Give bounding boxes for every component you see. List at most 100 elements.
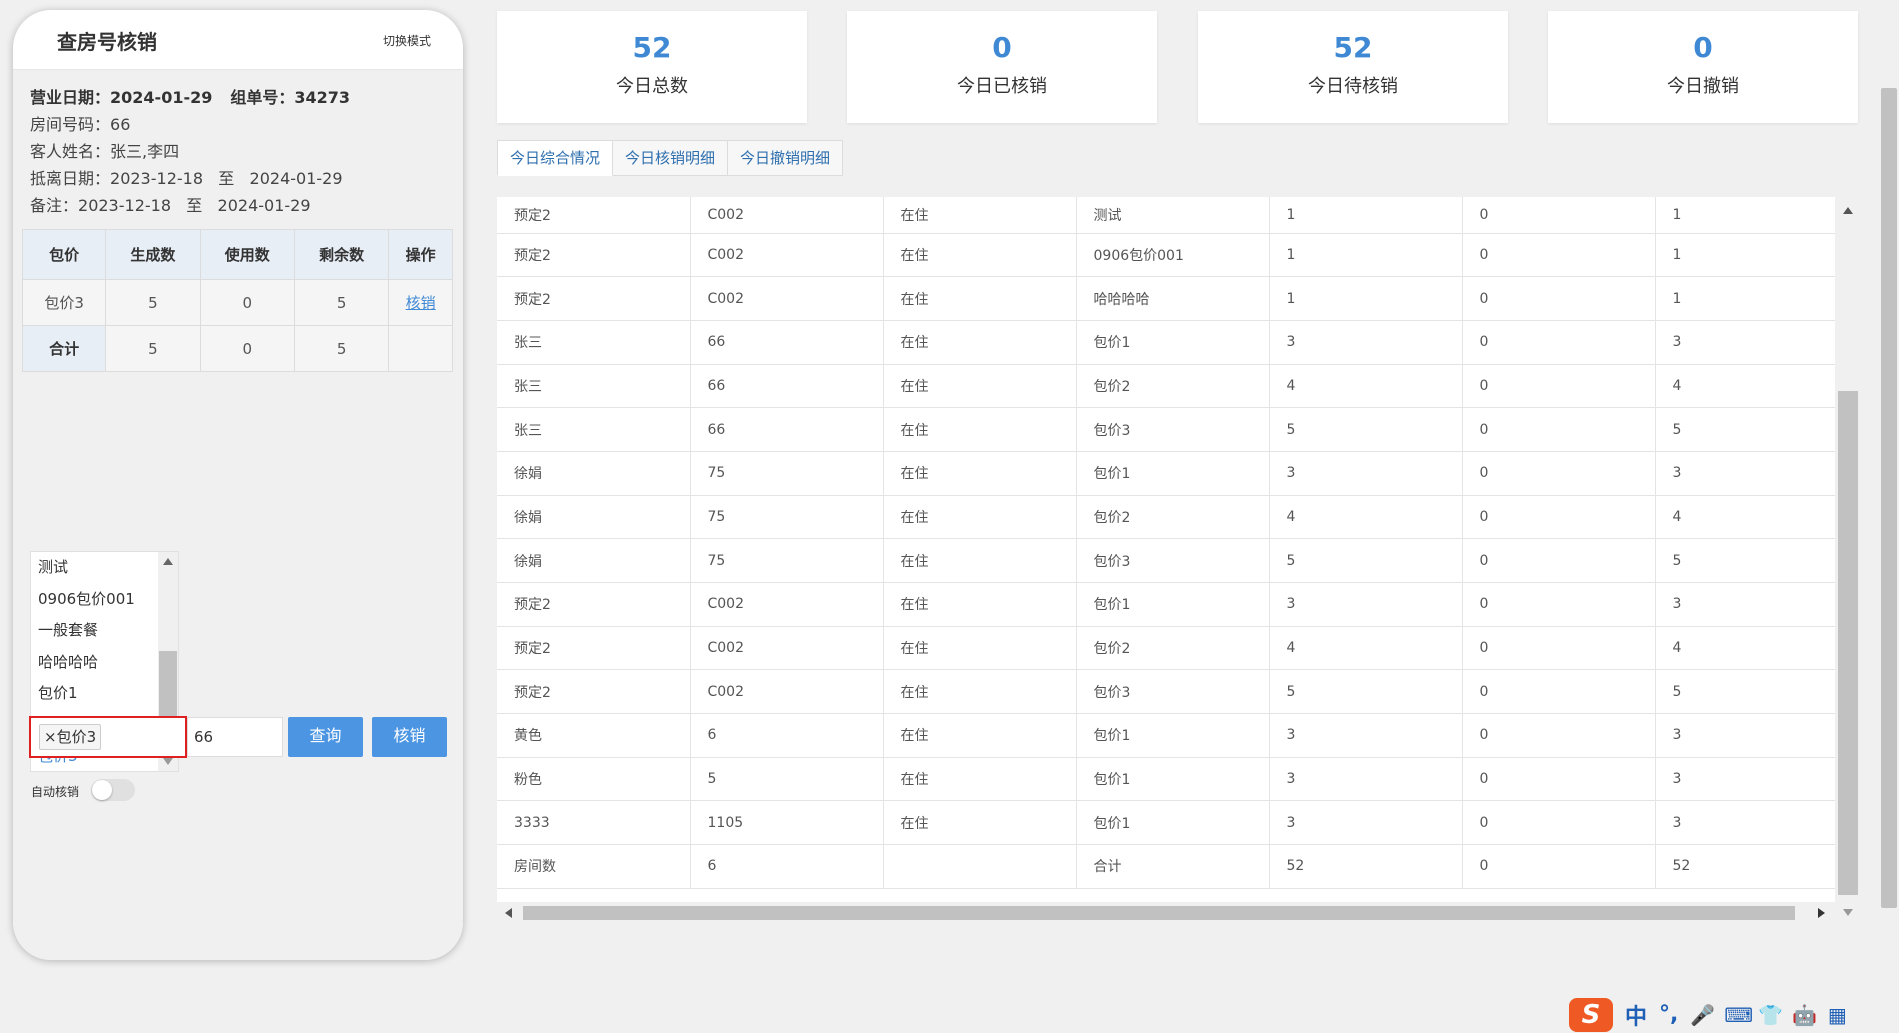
ime-language[interactable]: 中: [1625, 999, 1647, 1031]
table-cell: 粉色: [497, 757, 691, 802]
table-cell: 在住: [883, 233, 1077, 278]
scroll-down-icon[interactable]: [1843, 909, 1853, 916]
scroll-down-icon[interactable]: [163, 758, 173, 765]
table-cell: 包价2: [1076, 626, 1270, 671]
guest-line: 客人姓名：张三,李四: [30, 138, 446, 165]
verify-button[interactable]: 核销: [372, 717, 447, 757]
header-used: 使用数: [199, 229, 295, 280]
panel-header: 查房号核销 切换模式: [13, 10, 463, 70]
table-row: 预定2 C002 在住 包价3 5 0 5: [497, 669, 1849, 715]
page-scrollbar[interactable]: [1879, 0, 1899, 1033]
table-cell: 1: [1655, 197, 1849, 234]
business-date-value: 2024-01-29: [110, 88, 213, 107]
stat-value: 52: [1333, 31, 1373, 64]
table-cell: 3: [1269, 320, 1463, 365]
scroll-up-icon[interactable]: [163, 558, 173, 565]
table-row: 徐娟 75 在住 包价1 3 0 3: [497, 451, 1849, 496]
table-cell: 5: [1269, 538, 1463, 583]
microphone-icon[interactable]: 🎤: [1690, 1004, 1715, 1026]
robot-icon[interactable]: 🤖: [1792, 1004, 1817, 1026]
table-cell: 3: [1269, 800, 1463, 846]
guest-value: 张三,李四: [110, 142, 180, 161]
table-cell: C002: [690, 233, 884, 278]
table-cell: 包价3: [1076, 669, 1270, 715]
dropdown-option[interactable]: 测试: [31, 552, 178, 584]
table-cell: 在住: [883, 407, 1077, 452]
tab-cancel-detail[interactable]: 今日撤销明细: [728, 140, 844, 176]
table-cell: 66: [690, 320, 884, 365]
table-cell: 包价1: [1076, 713, 1270, 758]
stay-label: 抵离日期：: [30, 169, 111, 188]
table-cell: 在住: [883, 538, 1077, 583]
page-scroll-thumb[interactable]: [1881, 88, 1897, 908]
grid-vertical-scrollbar[interactable]: [1835, 197, 1861, 924]
group-no-label: 组单号：: [230, 88, 295, 107]
stay-from: 2023-12-18: [110, 169, 203, 188]
package-select[interactable]: ×包价3: [29, 716, 187, 758]
dropdown-option[interactable]: 包价1: [31, 678, 178, 710]
table-cell: 张三: [497, 320, 691, 365]
ime-punctuation[interactable]: °,: [1659, 1002, 1678, 1027]
scroll-left-icon[interactable]: [505, 908, 512, 918]
ime-logo-icon[interactable]: S: [1569, 997, 1613, 1032]
table-cell: 在住: [883, 197, 1077, 234]
scroll-right-icon[interactable]: [1818, 908, 1825, 918]
table-row: 房间数 6 合计 52 0 52: [497, 844, 1849, 889]
grid-vscroll-thumb[interactable]: [1838, 391, 1858, 895]
tab-overview[interactable]: 今日综合情况: [497, 140, 614, 176]
table-cell: 在住: [883, 669, 1077, 715]
table-cell: 徐娟: [497, 538, 691, 583]
grid-horizontal-scrollbar[interactable]: [497, 902, 1835, 924]
table-cell: 5: [1269, 407, 1463, 452]
table-cell: 0: [1462, 197, 1656, 234]
guest-label: 客人姓名：: [30, 142, 111, 161]
table-cell: 52: [1269, 844, 1463, 889]
stat-value: 0: [1693, 31, 1713, 64]
note-line: 备注：2023-12-18 至 2024-01-29: [30, 192, 446, 219]
dropdown-option[interactable]: 一般套餐: [31, 615, 178, 647]
table-cell: 52: [1655, 844, 1849, 889]
table-cell: 5: [1269, 669, 1463, 715]
panel-body: 营业日期：2024-01-29 组单号：34273 房间号码：66 客人姓名：张三…: [13, 70, 463, 960]
stat-card-verified: 0 今日已核销: [847, 11, 1157, 123]
table-cell: 包价3: [1076, 407, 1270, 452]
table-row: 徐娟 75 在住 包价2 4 0 4: [497, 495, 1849, 540]
table-cell: 6: [690, 844, 884, 889]
table-row: 预定2 C002 在住 包价2 4 0 4: [497, 626, 1849, 671]
auto-verify-toggle[interactable]: [91, 779, 135, 801]
stat-card-pending: 52 今日待核销: [1198, 11, 1508, 123]
table-row: 张三 66 在住 包价3 5 0 5: [497, 407, 1849, 452]
room-number-input[interactable]: 66: [187, 717, 283, 757]
table-cell: 3: [1269, 713, 1463, 758]
tab-verify-detail[interactable]: 今日核销明细: [613, 140, 729, 176]
dropdown-option[interactable]: 哈哈哈哈: [31, 647, 178, 679]
table-cell: 4: [1655, 364, 1849, 409]
keyboard-icon[interactable]: ⌨: [1724, 1004, 1753, 1026]
stay-to: 2024-01-29: [249, 169, 343, 188]
scroll-up-icon[interactable]: [1843, 207, 1853, 214]
dropdown-option[interactable]: 0906包价001: [31, 584, 178, 616]
grid-hscroll-thumb[interactable]: [523, 906, 1795, 920]
table-cell: 预定2: [497, 582, 691, 627]
room-verify-panel: 查房号核销 切换模式 营业日期：2024-01-29 组单号：34273 房间号码…: [13, 10, 463, 960]
table-cell: [883, 844, 1077, 889]
panel-title: 查房号核销: [57, 30, 157, 54]
table-cell: 4: [1655, 626, 1849, 671]
skin-icon[interactable]: 👕: [1758, 1004, 1783, 1026]
table-cell: 3: [1655, 713, 1849, 758]
switch-mode-link[interactable]: 切换模式: [383, 32, 431, 49]
table-cell: 3: [1269, 757, 1463, 802]
table-cell: 在住: [883, 626, 1077, 671]
selected-package-tag[interactable]: ×包价3: [39, 724, 102, 750]
table-row: 预定2 C002 在住 包价1 3 0 3: [497, 582, 1849, 627]
table-cell: C002: [690, 626, 884, 671]
table-cell: 1105: [690, 800, 884, 846]
room-line: 房间号码：66: [30, 111, 446, 138]
table-cell: 4: [1269, 626, 1463, 671]
table-cell: 5: [1655, 407, 1849, 452]
verify-link[interactable]: 核销: [406, 294, 436, 312]
table-cell: 1: [1655, 276, 1849, 321]
query-button[interactable]: 查询: [288, 717, 363, 757]
table-cell: 1: [1269, 233, 1463, 278]
grid-menu-icon[interactable]: ▦: [1826, 1004, 1848, 1026]
